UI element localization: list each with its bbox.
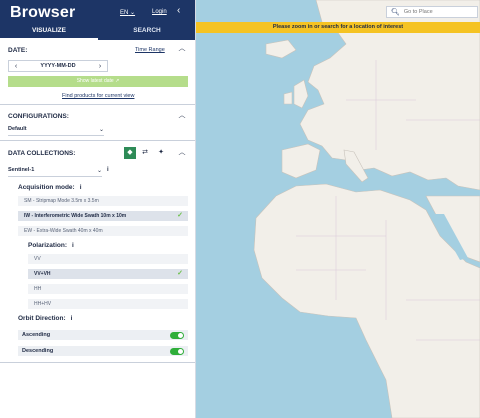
zoom-warning-banner: Please zoom in or search for a location … [196,22,480,33]
polarization-option[interactable]: HH [28,284,188,294]
show-latest-label: Show latest date [76,78,114,84]
acquisition-mode-label: Acquisition mode: i [18,184,82,191]
landmass-ireland [283,91,293,105]
data-collections-section-title: DATA COLLECTIONS: [8,150,76,157]
date-section-title: DATE: [8,47,28,54]
tab-search[interactable]: SEARCH [98,24,195,40]
place-search: 🔍︎ [386,6,478,18]
next-date-icon[interactable]: › [93,63,107,70]
chevron-up-icon[interactable]: ︿ [176,43,188,55]
divider [0,362,195,363]
landmass-iceland [265,39,297,59]
polarization-option[interactable]: VV [28,254,188,264]
configurations-section-title: CONFIGURATIONS: [8,113,69,120]
toggle-knob [178,332,183,338]
ascending-toggle[interactable] [170,331,184,339]
option-label: SM - Stripmap Mode 3.5m x 3.5m [24,198,99,204]
brand-logo: Browser [10,4,76,21]
option-label: Descending [22,348,54,354]
acquisition-mode-text: Acquisition mode: [18,184,75,191]
side-panel: Browser EN ⌄ Login ‹ VISUALIZE SEARCH DA… [0,0,196,418]
map-basemap [253,0,480,418]
layers-icon[interactable]: ◆ [124,147,136,159]
orbit-direction-label: Orbit Direction: i [18,315,72,322]
collapse-panel-icon[interactable]: ‹ [177,5,180,16]
info-icon[interactable]: i [71,315,73,322]
chevron-down-icon: ⌄ [98,127,104,133]
main-tabs: VISUALIZE SEARCH [0,24,195,40]
acquisition-mode-option[interactable]: IW - Interferometric Wide Swath 10m x 10… [18,211,188,221]
polarization-text: Polarization: [28,242,68,249]
arrow-icon: ↗ [115,78,120,84]
previous-date-icon[interactable]: ‹ [9,63,23,70]
configuration-select-value: Default [8,126,27,132]
polarization-label: Polarization: i [28,242,74,249]
polarization-option[interactable]: HH+HV [28,299,188,309]
option-label: Ascending [22,332,51,338]
option-label: VV [34,256,41,262]
show-latest-date-button[interactable]: Show latest date ↗ [8,76,188,87]
option-label: IW - Interferometric Wide Swath 10m x 10… [24,213,127,219]
toggle-knob [178,348,183,354]
panel-header: Browser EN ⌄ Login ‹ VISUALIZE SEARCH [0,0,195,40]
find-products-link[interactable]: Find products for current view [62,93,134,99]
tab-visualize[interactable]: VISUALIZE [0,24,98,40]
chevron-down-icon: ⌄ [130,10,136,16]
acquisition-mode-option[interactable]: SM - Stripmap Mode 3.5m x 3.5m [18,196,188,206]
date-picker: ‹ YYYY-MM-DD › [8,60,108,72]
search-icon: 🔍︎ [391,9,400,16]
pin-icon[interactable]: ✦ [155,147,167,159]
polarization-option[interactable]: VV+VH ✓ [28,269,188,279]
map-view[interactable] [196,0,480,418]
login-link[interactable]: Login [152,9,167,15]
info-icon[interactable]: i [107,167,109,173]
collection-select[interactable]: Sentinel-1 ⌄ [8,167,102,177]
landmass-iberia [281,143,321,179]
chevron-down-icon: ⌄ [96,168,102,174]
divider [0,140,195,141]
orbit-option-ascending: Ascending [18,330,188,340]
language-selector[interactable]: EN ⌄ [120,9,135,16]
option-label: VV+VH [34,271,51,277]
orbit-option-descending: Descending [18,346,188,356]
configuration-select[interactable]: Default ⌄ [8,126,104,136]
check-icon: ✓ [177,270,183,277]
language-label: EN [120,10,129,16]
time-range-link[interactable]: Time Range [135,47,165,53]
date-input[interactable]: YYYY-MM-DD [23,63,93,69]
collection-select-value: Sentinel-1 [8,167,35,173]
orbit-direction-text: Orbit Direction: [18,315,66,322]
place-search-input[interactable] [403,9,474,15]
acquisition-mode-option[interactable]: EW - Extra-Wide Swath 40m x 40m [18,226,188,236]
compare-icon[interactable]: ⇄ [139,147,151,159]
chevron-up-icon[interactable]: ︿ [176,147,188,159]
check-icon: ✓ [177,212,183,219]
divider [0,104,195,105]
option-label: EW - Extra-Wide Swath 40m x 40m [24,228,103,234]
info-icon[interactable]: i [72,242,74,249]
option-label: HH+HV [34,301,52,307]
info-icon[interactable]: i [80,184,82,191]
landmass-britain [293,79,309,109]
descending-toggle[interactable] [170,347,184,355]
chevron-up-icon[interactable]: ︿ [176,110,188,122]
option-label: HH [34,286,42,292]
